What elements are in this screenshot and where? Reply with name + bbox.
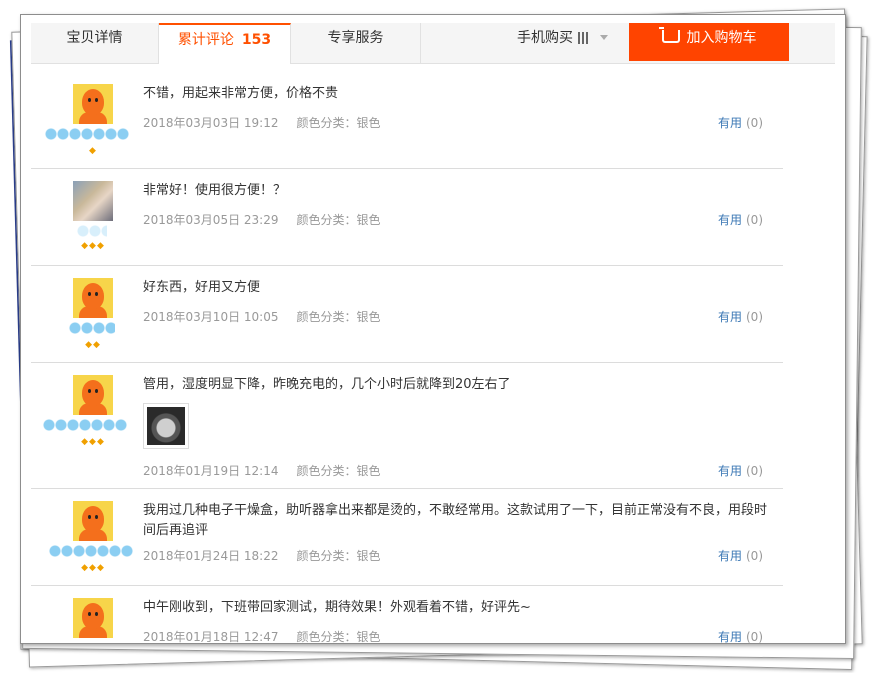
qr-code-icon [578,32,590,44]
review-meta: 2018年03月05日 23:29 颜色分类：银色 [143,211,381,228]
masked-nickname [49,545,133,557]
review-date: 2018年01月24日 18:22 [143,549,279,563]
review-content: 不错，用起来非常方便，价格不贵 [143,86,339,101]
useful-label: 有用 [717,549,742,563]
review-color-option: 颜色分类：银色 [296,213,381,227]
tab-label: 累计评论 [177,32,234,48]
avatar[interactable] [73,278,113,318]
review-count: 153 [241,32,272,48]
tab-exclusive-service[interactable]: 专享服务 [291,23,421,63]
review-color-option: 颜色分类：银色 [296,464,381,478]
useful-button[interactable]: 有用 (0) [718,308,763,325]
useful-count: (0) [746,116,763,130]
review-color-option: 颜色分类：银色 [296,549,381,563]
useful-label: 有用 [717,310,742,324]
useful-label: 有用 [717,630,742,644]
review-page: 宝贝详情 累计评论 153 专享服务 手机购买 加入购物车 ◆ 不错，用起来非常方… [20,14,846,644]
review-item: 中午刚收到，下班带回家测试，期待效果！外观看着不错，好评先~ 2018年01月1… [31,586,783,644]
useful-label: 有用 [717,464,742,478]
useful-button[interactable]: 有用 (0) [718,547,763,564]
review-meta: 2018年01月19日 12:14 颜色分类：银色 [143,462,381,479]
review-color-option: 颜色分类：银色 [296,116,381,130]
avatar[interactable] [73,84,113,124]
review-date: 2018年01月19日 12:14 [143,464,279,478]
useful-count: (0) [746,549,763,563]
review-item: ◆◆◆ 我用过几种电子干燥盒，助听器拿出来都是烫的，不敢经常用。这款试用了一下，… [31,489,783,586]
rank-gem-icon: ◆◆◆ [81,563,105,573]
review-list: ◆ 不错，用起来非常方便，价格不贵 2018年03月03日 19:12 颜色分类：… [31,72,783,644]
useful-button[interactable]: 有用 (0) [718,211,763,228]
mobile-buy-label: 手机购买 [517,30,573,46]
review-content: 管用，湿度明显下降，昨晚充电的，几个小时后就降到20左右了 [143,377,511,392]
rank-gem-icon: ◆◆◆ [81,437,105,447]
review-item: ◆◆ 好东西，好用又方便 2018年03月10日 10:05 颜色分类：银色 有用… [31,266,783,363]
review-content: 我用过几种电子干燥盒，助听器拿出来都是烫的，不敢经常用。这款试用了一下，目前正常… [143,503,768,538]
review-content: 非常好！使用很方便！？ [143,183,287,198]
useful-count: (0) [746,464,763,478]
useful-count: (0) [746,630,763,644]
review-photo-thumbnail[interactable] [143,403,189,449]
useful-button[interactable]: 有用 (0) [718,114,763,131]
review-color-option: 颜色分类：银色 [296,310,381,324]
useful-count: (0) [746,213,763,227]
masked-nickname [69,322,115,334]
review-item: ◆◆◆ 管用，湿度明显下降，昨晚充电的，几个小时后就降到20左右了 2018年0… [31,363,783,489]
avatar[interactable] [73,181,113,221]
review-date: 2018年01月18日 12:47 [143,630,279,644]
masked-nickname [45,128,129,140]
product-tab-bar: 宝贝详情 累计评论 153 专享服务 手机购买 加入购物车 [31,23,835,64]
add-to-cart-label: 加入购物车 [686,30,757,46]
mobile-buy-button[interactable]: 手机购买 [517,23,608,63]
review-color-option: 颜色分类：银色 [296,630,381,644]
review-date: 2018年03月10日 10:05 [143,310,279,324]
review-date: 2018年03月03日 19:12 [143,116,279,130]
tab-label: 宝贝详情 [66,30,123,46]
masked-nickname [43,419,127,431]
review-content: 中午刚收到，下班带回家测试，期待效果！外观看着不错，好评先~ [143,600,531,615]
tab-label: 专享服务 [327,30,384,46]
review-content: 好东西，好用又方便 [143,280,261,295]
useful-label: 有用 [717,116,742,130]
tab-reviews[interactable]: 累计评论 153 [159,23,291,64]
review-date: 2018年03月05日 23:29 [143,213,279,227]
cart-icon [658,27,680,43]
useful-count: (0) [746,310,763,324]
chevron-down-icon [600,35,608,40]
review-meta: 2018年01月24日 18:22 颜色分类：银色 [143,547,381,564]
useful-button[interactable]: 有用 (0) [718,462,763,479]
rank-gem-icon: ◆ [89,146,97,156]
review-item: ◆◆◆ 非常好！使用很方便！？ 2018年03月05日 23:29 颜色分类：银色… [31,169,783,266]
useful-label: 有用 [717,213,742,227]
add-to-cart-button[interactable]: 加入购物车 [629,23,789,61]
review-meta: 2018年03月03日 19:12 颜色分类：银色 [143,114,381,131]
review-item: ◆ 不错，用起来非常方便，价格不贵 2018年03月03日 19:12 颜色分类：… [31,72,783,169]
avatar[interactable] [73,598,113,638]
rank-gem-icon: ◆◆ [85,340,101,350]
rank-gem-icon: ◆◆◆ [81,241,105,251]
avatar[interactable] [73,375,113,415]
tab-product-details[interactable]: 宝贝详情 [31,23,159,63]
review-meta: 2018年03月10日 10:05 颜色分类：银色 [143,308,381,325]
useful-button[interactable]: 有用 (0) [717,628,763,644]
avatar[interactable] [73,501,113,541]
review-meta: 2018年01月18日 12:47 颜色分类：银色 [143,628,381,644]
masked-nickname [77,225,107,237]
